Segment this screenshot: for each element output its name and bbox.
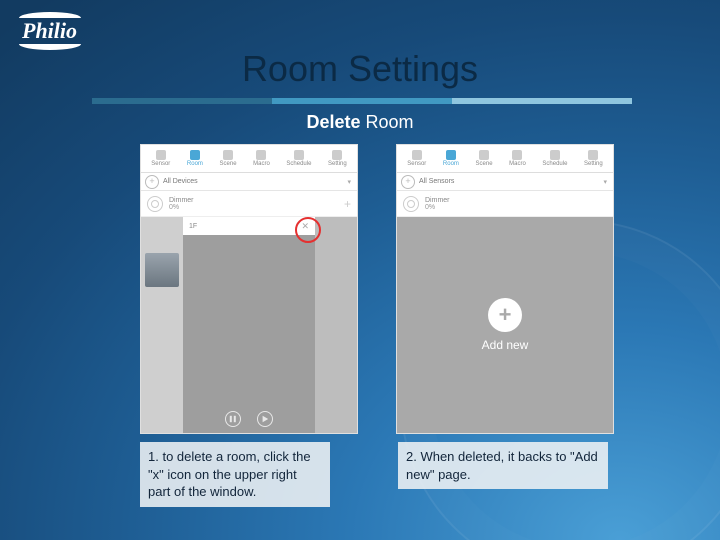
add-new-label: Add new	[482, 338, 529, 352]
macro-icon	[256, 150, 266, 160]
add-device-icon[interactable]: +	[344, 197, 351, 211]
subbar-label: All Devices	[163, 178, 198, 185]
play-icon[interactable]	[257, 411, 273, 427]
macro-icon	[512, 150, 522, 160]
tab-label: Room	[443, 161, 459, 167]
tab-macro[interactable]: Macro	[509, 150, 526, 167]
setting-icon	[588, 150, 598, 160]
tab-label: Macro	[253, 161, 270, 167]
caption-1: 1. to delete a room, click the "x" icon …	[140, 442, 330, 507]
scene-icon	[223, 150, 233, 160]
tab-bar: Sensor Room Scene Macro Schedule Setting	[141, 145, 357, 173]
room-icon	[446, 150, 456, 160]
tab-label: Sensor	[151, 161, 170, 167]
schedule-icon	[550, 150, 560, 160]
device-name: Dimmer	[169, 197, 194, 204]
dimmer-knob-icon[interactable]	[403, 196, 419, 212]
tab-label: Schedule	[286, 161, 311, 167]
tab-label: Setting	[328, 161, 347, 167]
carousel-next[interactable]	[315, 217, 357, 433]
dimmer-knob-icon[interactable]	[147, 196, 163, 212]
subtitle-bold: Delete	[306, 112, 360, 132]
highlight-circle	[295, 217, 321, 243]
tab-scene[interactable]: Scene	[220, 150, 237, 167]
tab-label: Schedule	[542, 161, 567, 167]
device-row: Dimmer 0% +	[141, 191, 357, 217]
screenshot-right: Sensor Room Scene Macro Schedule Setting…	[396, 144, 614, 434]
title-underline	[92, 98, 632, 104]
add-new-panel[interactable]: + Add new	[397, 217, 613, 433]
sensor-icon	[156, 150, 166, 160]
tab-bar: Sensor Room Scene Macro Schedule Setting	[397, 145, 613, 173]
bottom-controls	[183, 411, 315, 427]
subtitle-rest: Room	[361, 112, 414, 132]
panel-body: 1F ✕	[141, 217, 357, 433]
caption-2: 2. When deleted, it backs to "Add new" p…	[398, 442, 608, 489]
add-icon[interactable]: +	[401, 175, 415, 189]
carousel-current: 1F ✕	[183, 217, 315, 433]
tab-macro[interactable]: Macro	[253, 150, 270, 167]
sensor-icon	[412, 150, 422, 160]
device-value: 0%	[425, 204, 450, 211]
device-name: Dimmer	[425, 197, 450, 204]
subtitle: Delete Room	[0, 112, 720, 133]
tab-label: Setting	[584, 161, 603, 167]
schedule-icon	[294, 150, 304, 160]
setting-icon	[332, 150, 342, 160]
tab-schedule[interactable]: Schedule	[542, 150, 567, 167]
device-value: 0%	[169, 204, 194, 211]
chevron-down-icon[interactable]: ▾	[347, 178, 351, 186]
tab-schedule[interactable]: Schedule	[286, 150, 311, 167]
tab-label: Room	[187, 161, 203, 167]
tab-setting[interactable]: Setting	[584, 150, 603, 167]
tab-scene[interactable]: Scene	[476, 150, 493, 167]
page-title: Room Settings	[0, 48, 720, 90]
tab-room[interactable]: Room	[187, 150, 203, 167]
room-carousel[interactable]: 1F ✕	[141, 217, 357, 433]
carousel-prev[interactable]	[141, 217, 183, 433]
tab-label: Sensor	[407, 161, 426, 167]
brand-logo: Philio	[22, 18, 77, 44]
tab-label: Scene	[220, 161, 237, 167]
tab-label: Macro	[509, 161, 526, 167]
tab-label: Scene	[476, 161, 493, 167]
sub-bar: + All Sensors ▾	[397, 173, 613, 191]
sub-bar: + All Devices ▾	[141, 173, 357, 191]
room-name: 1F	[189, 223, 197, 230]
screenshot-left: Sensor Room Scene Macro Schedule Setting…	[140, 144, 358, 434]
room-thumb	[145, 253, 179, 287]
slide: Philio Room Settings Delete Room Sensor …	[0, 0, 720, 540]
pause-icon[interactable]	[225, 411, 241, 427]
device-row: Dimmer 0%	[397, 191, 613, 217]
chevron-down-icon[interactable]: ▾	[603, 178, 607, 186]
scene-icon	[479, 150, 489, 160]
subbar-label: All Sensors	[419, 178, 454, 185]
room-icon	[190, 150, 200, 160]
tab-room[interactable]: Room	[443, 150, 459, 167]
panel-body: + Add new	[397, 217, 613, 433]
tab-sensor[interactable]: Sensor	[151, 150, 170, 167]
plus-circle-icon[interactable]: +	[488, 298, 522, 332]
tab-setting[interactable]: Setting	[328, 150, 347, 167]
add-icon[interactable]: +	[145, 175, 159, 189]
tab-sensor[interactable]: Sensor	[407, 150, 426, 167]
